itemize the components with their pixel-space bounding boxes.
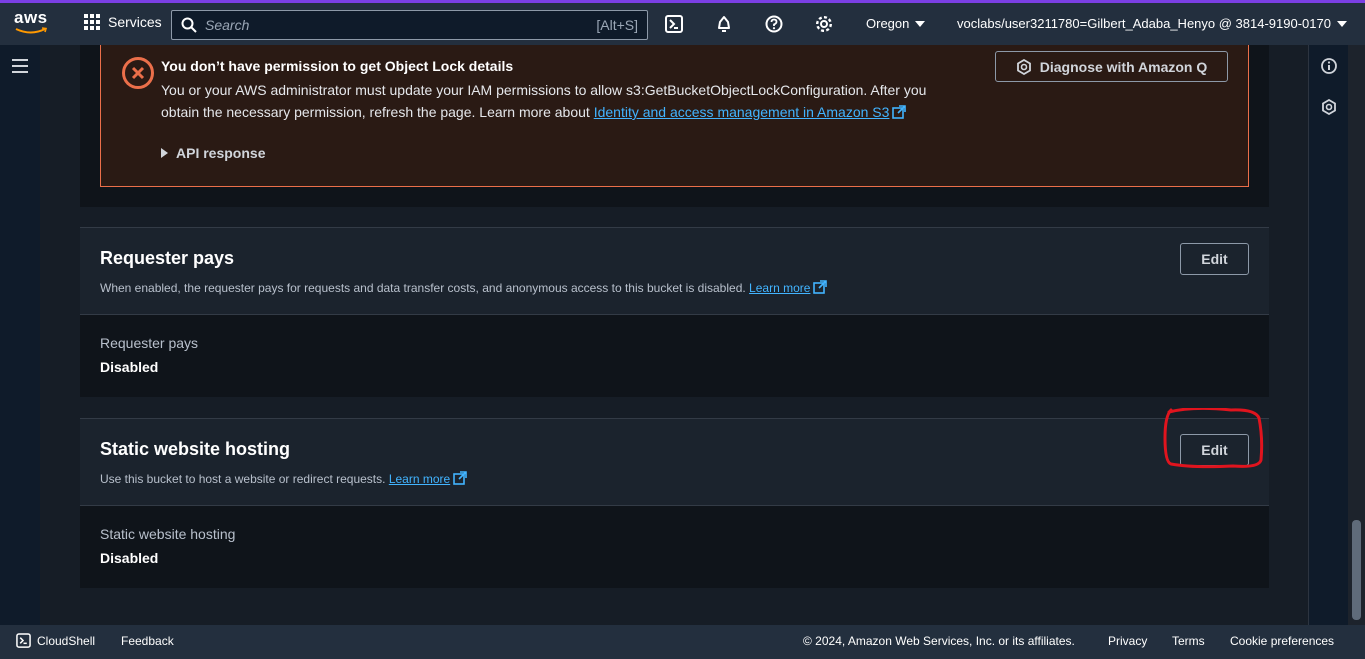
static-hosting-edit-button[interactable]: Edit — [1180, 434, 1249, 466]
search-icon — [181, 17, 197, 33]
requester-pays-body: Requester pays Disabled — [80, 315, 1269, 397]
amazon-q-icon[interactable] — [1321, 98, 1337, 120]
diagnose-amazon-q-button[interactable]: Diagnose with Amazon Q — [995, 51, 1228, 82]
static-hosting-description-text: Use this bucket to host a website or red… — [100, 472, 386, 486]
requester-pays-card: Requester pays When enabled, the request… — [80, 227, 1269, 397]
menu-icon[interactable] — [12, 59, 28, 73]
region-selector[interactable]: Oregon — [866, 16, 926, 31]
diagnose-label: Diagnose with Amazon Q — [1039, 58, 1208, 75]
footer-feedback[interactable]: Feedback — [121, 634, 174, 648]
requester-pays-field-value: Disabled — [100, 359, 159, 375]
right-rail — [1308, 45, 1348, 625]
requester-pays-description: When enabled, the requester pays for req… — [100, 280, 828, 295]
amazon-q-icon — [1016, 58, 1031, 75]
requester-pays-field-label: Requester pays — [100, 335, 199, 351]
search-input[interactable] — [205, 17, 597, 33]
iam-learn-more-link[interactable]: Identity and access management in Amazon… — [594, 104, 890, 120]
footer-terms-link[interactable]: Terms — [1172, 634, 1205, 648]
cloudshell-label: CloudShell — [37, 633, 96, 648]
settings-gear-icon[interactable] — [815, 15, 835, 35]
requester-pays-header: Requester pays When enabled, the request… — [80, 227, 1269, 315]
api-response-label: API response — [176, 145, 266, 161]
vertical-scrollbar[interactable] — [1348, 45, 1365, 625]
cloudshell-icon[interactable] — [665, 15, 685, 35]
account-menu[interactable]: voclabs/user3211780=Gilbert_Adaba_Henyo … — [957, 16, 1347, 31]
search-shortcut: [Alt+S] — [596, 17, 638, 33]
main-content: You don’t have permission to get Object … — [40, 45, 1308, 625]
left-rail — [0, 45, 40, 625]
chevron-down-icon — [915, 20, 926, 27]
external-link-icon — [813, 280, 828, 294]
api-response-toggle[interactable]: API response — [161, 145, 265, 161]
notifications-bell-icon[interactable] — [715, 15, 735, 35]
requester-pays-description-text: When enabled, the requester pays for req… — [100, 281, 746, 295]
aws-logo-text: aws — [14, 8, 48, 27]
static-hosting-title: Static website hosting — [100, 439, 291, 459]
static-hosting-body: Static website hosting Disabled — [80, 506, 1269, 588]
static-hosting-header: Static website hosting Use this bucket t… — [80, 418, 1269, 506]
account-label: voclabs/user3211780=Gilbert_Adaba_Henyo … — [957, 16, 1331, 31]
static-website-hosting-card: Static website hosting Use this bucket t… — [80, 418, 1269, 588]
alert-body: You or your AWS administrator must updat… — [161, 79, 961, 123]
caret-right-icon — [161, 148, 168, 158]
search-box[interactable]: [Alt+S] — [171, 10, 648, 40]
static-hosting-field-label: Static website hosting — [100, 526, 236, 542]
footer-cookie-preferences-link[interactable]: Cookie preferences — [1230, 634, 1334, 648]
scrollbar-thumb[interactable] — [1352, 520, 1361, 620]
footer-cloudshell[interactable]: CloudShell — [16, 633, 95, 648]
region-label: Oregon — [866, 16, 910, 31]
requester-pays-edit-button[interactable]: Edit — [1180, 243, 1249, 275]
footer: CloudShell Feedback © 2024, Amazon Web S… — [0, 625, 1365, 659]
object-lock-card: You don’t have permission to get Object … — [80, 45, 1269, 207]
aws-smile-icon — [15, 27, 48, 34]
static-hosting-field-value: Disabled — [100, 550, 159, 566]
error-alert: You don’t have permission to get Object … — [100, 45, 1249, 187]
services-menu[interactable]: Services — [84, 14, 162, 30]
requester-pays-learn-more-link[interactable]: Learn more — [749, 281, 810, 295]
external-link-icon — [892, 105, 907, 119]
requester-pays-title: Requester pays — [100, 248, 235, 268]
static-hosting-description: Use this bucket to host a website or red… — [100, 471, 467, 486]
error-x-icon — [122, 57, 154, 89]
cloudshell-icon — [16, 633, 31, 648]
services-label: Services — [108, 14, 162, 30]
chevron-down-icon — [1336, 20, 1347, 27]
alert-title: You don’t have permission to get Object … — [161, 58, 514, 74]
static-hosting-learn-more-link[interactable]: Learn more — [389, 472, 450, 486]
info-icon[interactable] — [1321, 58, 1337, 79]
external-link-icon — [453, 471, 467, 485]
help-icon[interactable] — [765, 15, 785, 35]
grid-icon — [84, 14, 100, 30]
footer-copyright: © 2024, Amazon Web Services, Inc. or its… — [803, 634, 1075, 648]
aws-logo[interactable]: aws — [14, 9, 50, 39]
footer-privacy-link[interactable]: Privacy — [1108, 634, 1147, 648]
top-navigation: aws Services [Alt+S] Oregon voclabs/user… — [0, 3, 1365, 45]
